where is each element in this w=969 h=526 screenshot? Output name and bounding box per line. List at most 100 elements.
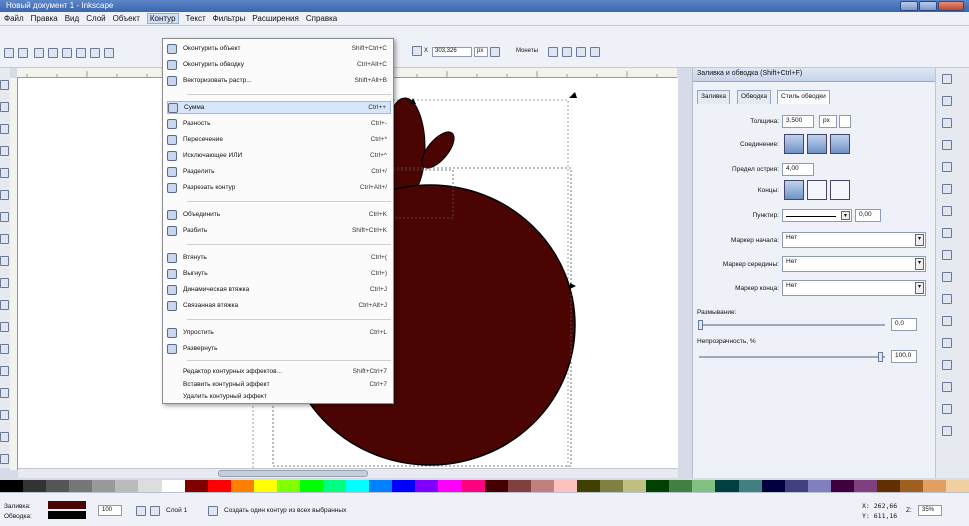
swatch[interactable] (0, 480, 24, 492)
raise-icon[interactable] (104, 48, 114, 58)
fill-color-swatch[interactable] (48, 501, 86, 509)
menu-item-break-apart[interactable]: Разбить Shift+Ctrl+K (167, 224, 391, 237)
swatch[interactable] (161, 480, 185, 492)
stroke-color-swatch[interactable] (48, 511, 86, 519)
swatch[interactable] (207, 480, 231, 492)
swatch[interactable] (530, 480, 554, 492)
swatch[interactable] (415, 480, 439, 492)
menu-item-reverse[interactable]: Развернуть (167, 342, 391, 355)
text-tool-icon[interactable] (0, 322, 9, 332)
flip-horizontal-icon[interactable] (76, 48, 86, 58)
opacity-slider[interactable] (699, 356, 885, 358)
gradient-tool-icon[interactable] (0, 410, 9, 420)
bevel-join-button[interactable] (830, 134, 850, 154)
mid-marker-select[interactable]: Нет ▾ (782, 256, 926, 272)
zoom-tool-icon[interactable] (0, 146, 9, 156)
swatch[interactable] (138, 480, 162, 492)
swatch[interactable] (323, 480, 347, 492)
square-cap-button[interactable] (830, 180, 850, 200)
menu-extensions[interactable]: Расширения (252, 14, 299, 23)
save-icon[interactable] (942, 118, 952, 128)
close-button[interactable] (938, 1, 964, 11)
tab-stroke-style[interactable]: Стиль обводки (777, 90, 830, 104)
import-icon[interactable] (942, 162, 952, 172)
swatch[interactable] (876, 480, 901, 492)
blur-input[interactable]: 0,0 (891, 318, 917, 331)
width-unit-dropdown-icon[interactable] (839, 115, 851, 128)
minimize-button[interactable] (900, 1, 918, 11)
redo-icon[interactable] (942, 228, 952, 238)
zoom-input[interactable]: 35% (918, 505, 942, 516)
menu-item-dynamic-offset[interactable]: Динамическая втяжка Ctrl+J (167, 283, 391, 296)
round-cap-button[interactable] (807, 180, 827, 200)
duplicate-icon[interactable] (942, 360, 952, 370)
group-icon[interactable] (942, 404, 952, 414)
copy-icon[interactable] (942, 250, 952, 260)
color-palette[interactable] (0, 480, 969, 492)
menu-item-outset[interactable]: Выгнуть Ctrl+) (167, 267, 391, 280)
node-tool-icon[interactable] (0, 102, 9, 112)
flip-vertical-icon[interactable] (90, 48, 100, 58)
select-all-icon[interactable] (4, 48, 14, 58)
x-input[interactable]: 303,326 (432, 47, 472, 57)
rect-tool-icon[interactable] (0, 168, 9, 178)
swatch[interactable] (300, 480, 324, 492)
menu-text[interactable]: Текст (186, 14, 206, 23)
swatch[interactable] (369, 480, 393, 492)
width-unit-select[interactable]: px (819, 115, 837, 128)
maximize-button[interactable] (919, 1, 937, 11)
menu-item-trace-bitmap[interactable]: Векторизовать растр... Shift+Alt+B (167, 74, 391, 87)
menu-item-path-effect-editor[interactable]: Редактор контурных эффектов... Shift+Ctrl… (167, 365, 391, 378)
menu-item-exclusion[interactable]: Исключающее ИЛИ Ctrl+^ (167, 149, 391, 162)
swatch[interactable] (576, 480, 601, 492)
miter-limit-input[interactable]: 4,00 (782, 163, 814, 176)
ellipse-tool-icon[interactable] (0, 190, 9, 200)
miter-join-button[interactable] (784, 134, 804, 154)
xml-editor-icon[interactable] (942, 426, 952, 436)
menu-object[interactable]: Объект (113, 14, 140, 23)
swatch[interactable] (438, 480, 462, 492)
swatch[interactable] (946, 480, 969, 492)
units-dropdown-icon[interactable] (490, 47, 500, 57)
swatch[interactable] (761, 480, 785, 492)
swatch[interactable] (23, 480, 47, 492)
blur-slider[interactable] (699, 324, 885, 326)
zoom-page-icon[interactable] (942, 338, 952, 348)
menu-item-difference[interactable]: Разность Ctrl+- (167, 117, 391, 130)
start-marker-select[interactable]: Нет ▾ (782, 232, 926, 248)
eye-icon[interactable] (136, 506, 146, 516)
menu-edit[interactable]: Правка (31, 14, 58, 23)
swatch[interactable] (853, 480, 877, 492)
menu-path[interactable]: Контур (146, 13, 179, 24)
menu-layer[interactable]: Слой (86, 14, 105, 23)
dash-pattern-select[interactable]: ▾ (782, 209, 852, 222)
blur-slider-handle[interactable] (698, 320, 703, 330)
connector-tool-icon[interactable] (0, 454, 9, 464)
swatch[interactable] (900, 480, 924, 492)
menu-item-simplify[interactable]: Упростить Ctrl+L (167, 326, 391, 339)
zoom-drawing-icon[interactable] (942, 316, 952, 326)
tab-fill[interactable]: Заливка (697, 90, 731, 104)
width-input[interactable]: 3,500 (782, 115, 814, 128)
butt-cap-button[interactable] (784, 180, 804, 200)
swatch[interactable] (392, 480, 416, 492)
spray-tool-icon[interactable] (0, 344, 9, 354)
eraser-tool-icon[interactable] (0, 366, 9, 376)
pen-tool-icon[interactable] (0, 278, 9, 288)
swatch[interactable] (830, 480, 854, 492)
swatch[interactable] (184, 480, 208, 492)
dropper-tool-icon[interactable] (0, 432, 9, 442)
selector-tool-icon[interactable] (0, 80, 9, 90)
paste-icon[interactable] (942, 272, 952, 282)
select-all-layers-icon[interactable] (18, 48, 28, 58)
print-icon[interactable] (942, 140, 952, 150)
menu-item-stroke-to-path[interactable]: Оконтурить обводку Ctrl+Alt+C (167, 58, 391, 71)
clone-icon[interactable] (942, 382, 952, 392)
menu-item-union[interactable]: Сумма Ctrl++ (167, 101, 391, 114)
align-right-icon[interactable] (576, 47, 586, 57)
menu-item-division[interactable]: Разделить Ctrl+/ (167, 165, 391, 178)
swatch[interactable] (600, 480, 624, 492)
layer-selector[interactable]: Слой 1 (166, 507, 187, 514)
end-marker-select[interactable]: Нет ▾ (782, 280, 926, 296)
node-icon[interactable] (412, 46, 422, 56)
